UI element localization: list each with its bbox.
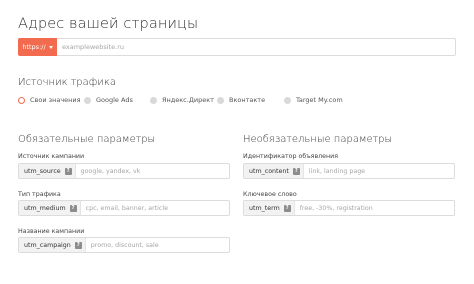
utm-term-input[interactable]: free, -30%, registration bbox=[295, 205, 373, 212]
utm-source-label: Источник кампании bbox=[18, 153, 85, 160]
radio-vkontakte[interactable]: Вконтакте bbox=[217, 96, 265, 104]
radio-google-ads[interactable]: Google Ads bbox=[84, 96, 133, 104]
protocol-dropdown[interactable]: https:// bbox=[18, 38, 57, 56]
utm-term-field: utm_term ? free, -30%, registration bbox=[243, 200, 455, 216]
radio-label: Свои значения bbox=[30, 96, 81, 104]
radio-label: Вконтакте bbox=[229, 96, 266, 104]
radio-label: Google Ads bbox=[96, 96, 133, 104]
radio-unselected-icon bbox=[150, 96, 157, 104]
utm-source-param: utm_source ? bbox=[19, 164, 76, 178]
help-icon[interactable]: ? bbox=[64, 167, 72, 175]
utm-term-param: utm_term ? bbox=[244, 201, 295, 215]
utm-campaign-label: Название кампании bbox=[18, 228, 85, 235]
radio-selected-icon bbox=[18, 96, 25, 104]
protocol-label: https:// bbox=[22, 43, 46, 51]
url-placeholder: examplewebsite.ru bbox=[62, 43, 125, 51]
radio-label: Яндекс.Директ bbox=[162, 96, 214, 104]
help-icon[interactable]: ? bbox=[292, 167, 300, 175]
param-name: utm_medium bbox=[24, 204, 66, 212]
help-icon[interactable]: ? bbox=[74, 241, 82, 249]
radio-unselected-icon bbox=[217, 96, 224, 104]
radio-label: Target My.com bbox=[296, 96, 343, 104]
required-params-heading: Обязательные параметры bbox=[18, 134, 156, 145]
utm-campaign-field: utm_campaign ? promo, discount, sale bbox=[18, 237, 230, 253]
traffic-source-heading: Источник трафика bbox=[18, 77, 116, 88]
utm-content-field: utm_content ? link, landing page bbox=[243, 163, 455, 179]
help-icon[interactable]: ? bbox=[69, 204, 77, 212]
utm-medium-label: Тип трафика bbox=[18, 191, 61, 198]
help-icon[interactable]: ? bbox=[283, 204, 291, 212]
radio-unselected-icon bbox=[284, 96, 291, 104]
radio-target-mycom[interactable]: Target My.com bbox=[284, 96, 343, 104]
chevron-down-icon bbox=[48, 45, 53, 49]
param-name: utm_content bbox=[249, 167, 289, 175]
url-input[interactable]: examplewebsite.ru bbox=[57, 38, 456, 56]
radio-custom-values[interactable]: Свои значения bbox=[18, 96, 81, 104]
url-row: https:// examplewebsite.ru bbox=[18, 38, 456, 56]
page-title: Адрес вашей страницы bbox=[18, 16, 199, 32]
utm-content-param: utm_content ? bbox=[244, 164, 304, 178]
utm-medium-input[interactable]: cpc, email, banner, article bbox=[81, 205, 168, 212]
param-name: utm_term bbox=[249, 204, 280, 212]
param-name: utm_source bbox=[24, 167, 61, 175]
utm-campaign-param: utm_campaign ? bbox=[19, 238, 86, 252]
utm-source-field: utm_source ? google, yandex, vk bbox=[18, 163, 230, 179]
radio-yandex-direct[interactable]: Яндекс.Директ bbox=[150, 96, 214, 104]
utm-source-input[interactable]: google, yandex, vk bbox=[76, 168, 141, 175]
utm-campaign-input[interactable]: promo, discount, sale bbox=[86, 242, 159, 249]
radio-unselected-icon bbox=[84, 96, 91, 104]
param-name: utm_campaign bbox=[24, 241, 71, 249]
utm-term-label: Ключевое слово bbox=[243, 191, 297, 198]
traffic-source-options: Свои значения Google Ads Яндекс.Директ В… bbox=[18, 96, 458, 106]
optional-params-heading: Необязательные параметры bbox=[243, 134, 393, 145]
utm-medium-param: utm_medium ? bbox=[19, 201, 81, 215]
utm-medium-field: utm_medium ? cpc, email, banner, article bbox=[18, 200, 230, 216]
utm-content-input[interactable]: link, landing page bbox=[304, 168, 365, 175]
utm-content-label: Идентификатор объявления bbox=[243, 153, 339, 160]
